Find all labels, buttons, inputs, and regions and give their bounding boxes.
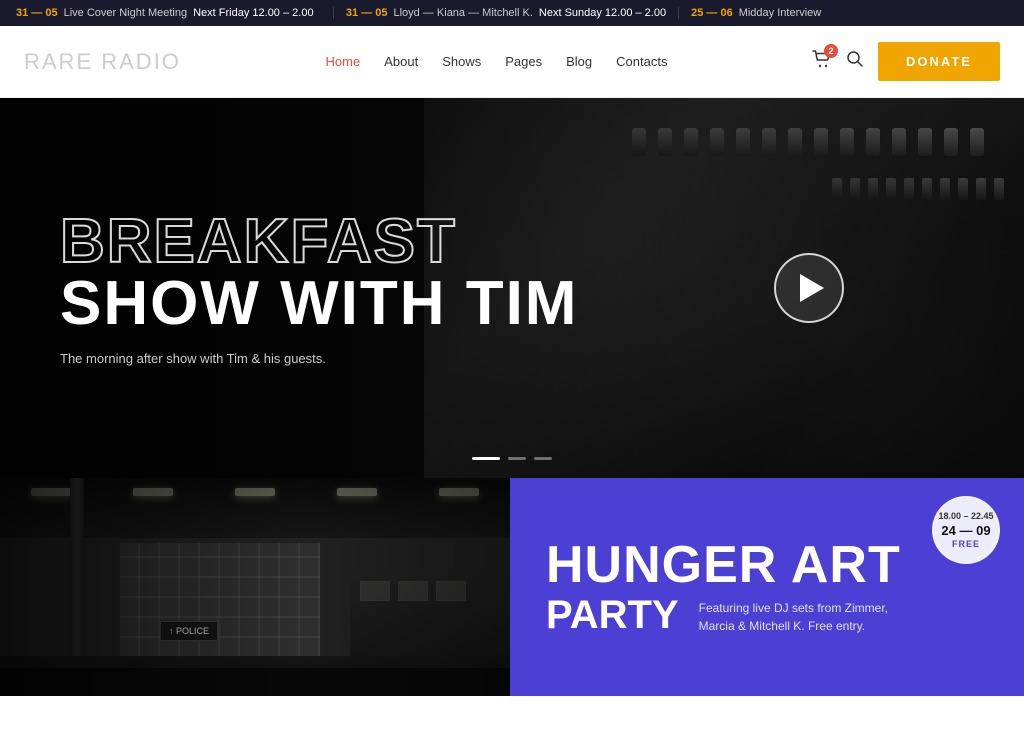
nav-home[interactable]: Home (326, 54, 361, 69)
logo[interactable]: RARE RADIO (24, 49, 181, 75)
event-party: PARTY (546, 595, 679, 635)
badge-free: FREE (952, 539, 980, 549)
badge-circle: 18.00 – 22.45 24 — 09 FREE (932, 496, 1000, 564)
slider-dot-1[interactable] (472, 457, 500, 460)
hero-content: BREAKFAST SHOW WITH TIM The morning afte… (0, 211, 638, 366)
event-subtitle-row: PARTY Featuring live DJ sets from Zimmer… (546, 595, 988, 635)
logo-light: RADIO (101, 49, 181, 74)
event-badge: 18.00 – 22.45 24 — 09 FREE (932, 496, 1000, 564)
cart-badge: 2 (824, 44, 838, 58)
ticker-date-1: 31 — 05 (16, 7, 58, 19)
ticker-item-3: 25 — 06 Midday Interview (679, 7, 1008, 19)
ticker-item-1: 31 — 05 Live Cover Night Meeting Next Fr… (16, 7, 334, 19)
ticker-time-1: Next Friday 12.00 – 2.00 (193, 7, 313, 19)
subway-darkness-overlay (0, 478, 510, 696)
ticker-text-3: Midday Interview (739, 7, 822, 19)
ticker-text-2: Lloyd — Kiana — Mitchell K. (394, 7, 533, 19)
nav-pages[interactable]: Pages (505, 54, 542, 69)
header: RARE RADIO Home About Shows Pages Blog C… (0, 26, 1024, 98)
event-card: 18.00 – 22.45 24 — 09 FREE HUNGER ART PA… (510, 478, 1024, 696)
hero-title: BREAKFAST SHOW WITH TIM (60, 211, 578, 335)
ticker-date-2: 31 — 05 (346, 7, 388, 19)
logo-bold: RARE (24, 49, 93, 74)
slider-dot-3[interactable] (534, 457, 552, 460)
badge-date: 24 — 09 (941, 523, 990, 539)
main-nav: Home About Shows Pages Blog Contacts (326, 54, 668, 69)
event-description: Featuring live DJ sets from Zimmer, Marc… (699, 595, 919, 635)
play-button-wrap[interactable] (774, 253, 844, 323)
badge-time: 18.00 – 22.45 (938, 511, 993, 523)
nav-icons: 2 DONATE (812, 42, 1000, 81)
event-title: HUNGER ART (546, 539, 988, 591)
ticker-text-1: Live Cover Night Meeting (64, 7, 188, 19)
ticker-time-2: Next Sunday 12.00 – 2.00 (539, 7, 666, 19)
bottom-section: ↑ POLICE 18.00 – 22.45 24 — 09 FREE (0, 478, 1024, 696)
donate-button[interactable]: DONATE (878, 42, 1000, 81)
hero-section: BREAKFAST SHOW WITH TIM The morning afte… (0, 98, 1024, 478)
nav-shows[interactable]: Shows (442, 54, 481, 69)
subway-scene: ↑ POLICE (0, 478, 510, 696)
slider-dots (472, 457, 552, 460)
play-button[interactable] (774, 253, 844, 323)
nav-about[interactable]: About (384, 54, 418, 69)
nav-contacts[interactable]: Contacts (616, 54, 667, 69)
ticker-bar: 31 — 05 Live Cover Night Meeting Next Fr… (0, 0, 1024, 26)
hero-title-outline: BREAKFAST (60, 211, 578, 273)
hero-title-solid: SHOW WITH TIM (60, 273, 578, 335)
ticker-date-3: 25 — 06 (691, 7, 733, 19)
cart-button[interactable]: 2 (812, 50, 832, 73)
nav-blog[interactable]: Blog (566, 54, 592, 69)
search-button[interactable] (846, 50, 864, 73)
play-icon (800, 274, 824, 302)
ticker-item-2: 31 — 05 Lloyd — Kiana — Mitchell K. Next… (334, 7, 679, 19)
subway-image: ↑ POLICE (0, 478, 510, 696)
hero-subtitle: The morning after show with Tim & his gu… (60, 351, 380, 366)
slider-dot-2[interactable] (508, 457, 526, 460)
